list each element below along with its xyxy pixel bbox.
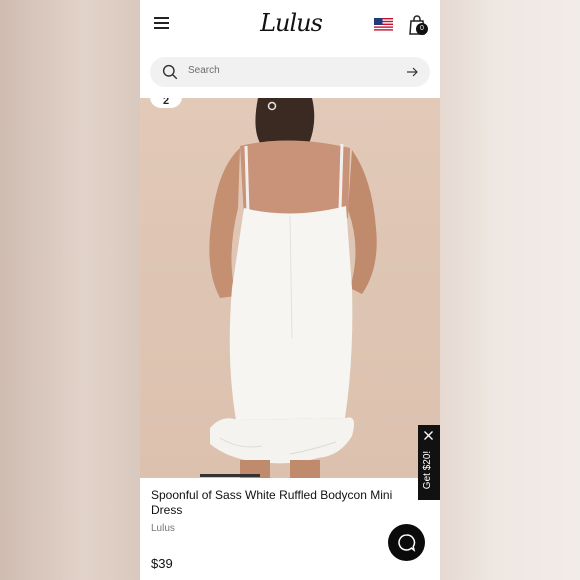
product-title[interactable]: Spoonful of Sass White Ruffled Bodycon M…: [151, 488, 413, 518]
search-placeholder: Search: [188, 65, 220, 76]
hamburger-menu-icon[interactable]: [154, 16, 170, 30]
lulus-logo[interactable]: Lulus: [258, 8, 324, 38]
search-icon: [162, 64, 178, 80]
us-flag-icon[interactable]: [374, 18, 393, 32]
promo-tab[interactable]: Get $20!: [418, 425, 440, 500]
cart-count-badge: 0: [416, 23, 428, 35]
product-photo: [209, 98, 377, 478]
product-brand[interactable]: Lulus: [151, 523, 175, 534]
search-input[interactable]: Search: [150, 57, 430, 87]
carousel-progress-indicator: [200, 474, 260, 477]
blurred-background-left: [0, 0, 140, 580]
search-bar-container: Search: [140, 48, 440, 98]
site-header: Lulus 0: [140, 0, 440, 48]
chat-button[interactable]: [388, 524, 425, 561]
phone-screen: Lulus 0 Search 2 Spoonful of Sass White …: [140, 0, 440, 580]
product-image-carousel[interactable]: 2: [140, 98, 440, 478]
arrow-right-icon[interactable]: [406, 66, 418, 78]
product-price: $39: [151, 556, 173, 571]
blurred-background-right: [440, 0, 580, 580]
chat-bubble-icon: [398, 534, 416, 552]
promo-label[interactable]: Get $20!: [422, 438, 436, 502]
